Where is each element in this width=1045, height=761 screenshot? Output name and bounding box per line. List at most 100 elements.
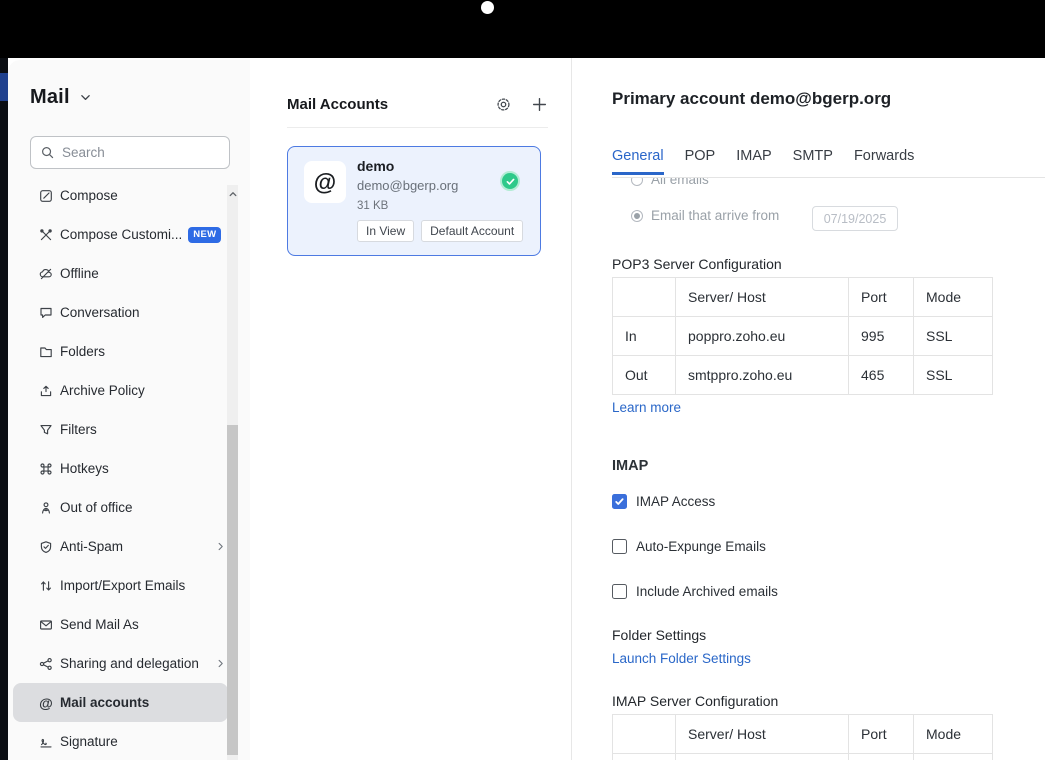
signature-icon bbox=[38, 734, 54, 750]
checkbox-label: IMAP Access bbox=[636, 494, 715, 509]
learn-more-link[interactable]: Learn more bbox=[612, 400, 681, 415]
sidebar-item-label: Compose Customi... bbox=[60, 227, 182, 242]
account-size: 31 KB bbox=[357, 200, 388, 212]
tab-smtp[interactable]: SMTP bbox=[793, 148, 833, 175]
sidebar-item-signature[interactable]: Signature bbox=[8, 722, 234, 761]
add-account-button[interactable] bbox=[531, 96, 548, 113]
shield-check-icon bbox=[38, 539, 54, 555]
table-cell: SSL bbox=[914, 317, 993, 356]
customize-icon bbox=[38, 227, 54, 243]
status-badge: Default Account bbox=[421, 220, 523, 242]
radio-icon bbox=[631, 210, 643, 222]
checkbox-label: Include Archived emails bbox=[636, 584, 778, 599]
sidebar-scrollbar-thumb[interactable] bbox=[227, 425, 238, 755]
sidebar-item-mail-accounts[interactable]: @ Mail accounts bbox=[13, 683, 228, 722]
sidebar-item-import-export[interactable]: Import/Export Emails bbox=[8, 566, 234, 605]
conversation-icon bbox=[38, 305, 54, 321]
sidebar-item-send-mail-as[interactable]: Send Mail As bbox=[8, 605, 234, 644]
tab-imap[interactable]: IMAP bbox=[736, 148, 771, 175]
pop3-config-heading: POP3 Server Configuration bbox=[612, 256, 782, 272]
table-cell: poppro.zoho.eu bbox=[676, 317, 849, 356]
background-app-fragment bbox=[0, 73, 8, 101]
account-email: demo@bgerp.org bbox=[357, 178, 458, 193]
table-cell: 465 bbox=[849, 356, 914, 395]
background-app-edge bbox=[0, 58, 8, 760]
checkbox-include-archived[interactable]: Include Archived emails bbox=[612, 584, 778, 599]
divider bbox=[287, 127, 548, 128]
sidebar-item-filters[interactable]: Filters bbox=[8, 410, 234, 449]
folder-icon bbox=[38, 344, 54, 360]
hotkeys-icon bbox=[38, 461, 54, 477]
sidebar-item-anti-spam[interactable]: Anti-Spam bbox=[8, 527, 234, 566]
search-input[interactable] bbox=[62, 145, 212, 160]
chevron-down-icon bbox=[79, 91, 92, 104]
sidebar-item-out-of-office[interactable]: Out of office bbox=[8, 488, 234, 527]
tab-pop[interactable]: POP bbox=[685, 148, 716, 175]
sidebar-menu: Compose Compose Customi... NEW Offline C… bbox=[8, 176, 234, 761]
sidebar-item-label: Conversation bbox=[60, 305, 140, 320]
sidebar-item-label: Folders bbox=[60, 344, 105, 359]
search-box bbox=[30, 136, 230, 169]
table-cell bbox=[849, 754, 914, 761]
table-cell: 995 bbox=[849, 317, 914, 356]
app-switcher[interactable]: Mail bbox=[30, 86, 92, 109]
imap-heading: IMAP bbox=[612, 458, 648, 474]
scroll-up-icon[interactable] bbox=[227, 187, 238, 201]
sidebar-item-label: Anti-Spam bbox=[60, 539, 123, 554]
page-title: Primary account demo@bgerp.org bbox=[612, 89, 891, 109]
radio-icon bbox=[631, 178, 643, 186]
detail-tabs: General POP IMAP SMTP Forwards bbox=[612, 148, 914, 175]
launch-folder-settings-link[interactable]: Launch Folder Settings bbox=[612, 651, 751, 666]
table-header-cell: Port bbox=[849, 278, 914, 317]
sidebar-item-label: Compose bbox=[60, 188, 118, 203]
table-header-cell: Mode bbox=[914, 278, 993, 317]
sidebar-item-hotkeys[interactable]: Hotkeys bbox=[8, 449, 234, 488]
table-header-cell bbox=[613, 278, 676, 317]
chevron-right-icon bbox=[215, 658, 226, 669]
sidebar-item-label: Sharing and delegation bbox=[60, 656, 199, 671]
checkbox-auto-expunge[interactable]: Auto-Expunge Emails bbox=[612, 539, 766, 554]
folder-settings-label: Folder Settings bbox=[612, 627, 706, 643]
account-name: demo bbox=[357, 158, 394, 174]
offline-icon bbox=[38, 266, 54, 282]
sidebar-item-conversation[interactable]: Conversation bbox=[8, 293, 234, 332]
radio-all-emails[interactable]: All emails bbox=[631, 178, 709, 187]
radio-label: Email that arrive from bbox=[651, 208, 779, 223]
share-icon bbox=[38, 656, 54, 672]
tab-forwards[interactable]: Forwards bbox=[854, 148, 914, 175]
pop3-config-table: Server/ Host Port Mode In poppro.zoho.eu… bbox=[612, 277, 993, 395]
account-detail-panel: Primary account demo@bgerp.org General P… bbox=[572, 58, 1045, 760]
date-field[interactable] bbox=[812, 206, 898, 231]
new-badge: NEW bbox=[188, 227, 221, 243]
sidebar-item-label: Offline bbox=[60, 266, 99, 281]
table-header-cell: Port bbox=[849, 715, 914, 754]
sidebar-item-offline[interactable]: Offline bbox=[8, 254, 234, 293]
sidebar-item-compose-customize[interactable]: Compose Customi... NEW bbox=[8, 215, 234, 254]
checkbox-imap-access[interactable]: IMAP Access bbox=[612, 494, 715, 509]
table-row bbox=[613, 754, 993, 761]
compose-icon bbox=[38, 188, 54, 204]
sidebar-item-compose[interactable]: Compose bbox=[8, 176, 234, 215]
table-row: Out smtppro.zoho.eu 465 SSL bbox=[613, 356, 993, 395]
sidebar-item-label: Signature bbox=[60, 734, 118, 749]
radio-email-arrive-from[interactable]: Email that arrive from bbox=[631, 208, 779, 223]
checkbox-label: Auto-Expunge Emails bbox=[636, 539, 766, 554]
gear-icon[interactable] bbox=[495, 96, 512, 113]
tab-general[interactable]: General bbox=[612, 148, 664, 175]
sidebar-item-folders[interactable]: Folders bbox=[8, 332, 234, 371]
sidebar-item-sharing-delegation[interactable]: Sharing and delegation bbox=[8, 644, 234, 683]
table-cell bbox=[676, 754, 849, 761]
at-sign-icon: @ bbox=[38, 695, 54, 711]
table-header-cell bbox=[613, 715, 676, 754]
sidebar-item-archive-policy[interactable]: Archive Policy bbox=[8, 371, 234, 410]
table-header-row: Server/ Host Port Mode bbox=[613, 278, 993, 317]
account-avatar: @ bbox=[304, 161, 346, 203]
checkbox-icon bbox=[612, 539, 627, 554]
table-cell: Out bbox=[613, 356, 676, 395]
search-icon bbox=[40, 145, 55, 160]
green-check-icon bbox=[500, 171, 520, 191]
sidebar-item-label: Send Mail As bbox=[60, 617, 139, 632]
table-cell: In bbox=[613, 317, 676, 356]
account-card[interactable]: @ demo demo@bgerp.org 31 KB In View Defa… bbox=[287, 146, 541, 256]
table-header-row: Server/ Host Port Mode bbox=[613, 715, 993, 754]
